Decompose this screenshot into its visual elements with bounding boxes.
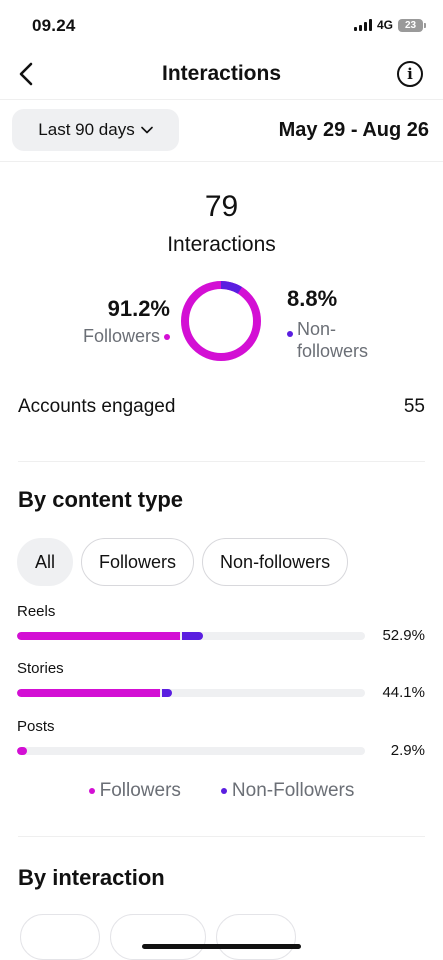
non-followers-dot-icon	[220, 788, 227, 794]
bar-followers-segment	[17, 632, 181, 640]
divider	[18, 461, 425, 462]
bar-followers-segment	[17, 747, 28, 755]
accounts-engaged-row: Accounts engaged 55	[18, 396, 425, 418]
filter-chip-followers[interactable]: Followers	[81, 538, 195, 586]
accounts-engaged-label: Accounts engaged	[18, 396, 176, 417]
non-followers-dot-icon	[287, 331, 293, 337]
interactions-donut-chart	[181, 281, 261, 361]
non-followers-legend: Non-followers	[287, 318, 407, 362]
followers-dot-icon	[164, 333, 170, 340]
status-time: 09.24	[32, 16, 76, 35]
interactions-total: 79	[204, 190, 239, 223]
battery-icon: 23	[398, 18, 426, 32]
followers-split: 91.2% Followers	[60, 296, 170, 347]
bar-track	[17, 747, 365, 755]
legend-followers-label: Followers	[99, 780, 181, 801]
legend-item-followers: Followers	[88, 780, 181, 802]
bar-track	[17, 689, 365, 697]
bar-track	[17, 632, 365, 640]
bar-non-followers-segment	[162, 689, 173, 697]
filter-chip-non-followers[interactable]: Non-followers	[202, 538, 349, 586]
page-title: Interactions	[161, 62, 282, 85]
content-type-legend: Followers Non-Followers	[0, 780, 443, 802]
non-followers-label: Non-followers	[297, 319, 369, 361]
content-type-label: Posts	[17, 718, 55, 735]
status-right: 4G 23	[353, 18, 426, 32]
by-interaction-title: By interaction	[18, 865, 165, 890]
content-type-value: 44.1%	[382, 684, 425, 701]
non-followers-split: 8.8% Non-followers	[287, 286, 407, 362]
date-range-text: May 29 - Aug 26	[278, 119, 429, 141]
home-indicator	[142, 944, 301, 949]
non-followers-percent: 8.8%	[287, 286, 338, 311]
divider	[18, 836, 425, 837]
date-range-label: Last 90 days	[38, 120, 135, 139]
filter-chip[interactable]	[20, 914, 100, 960]
followers-label: Followers	[82, 326, 160, 346]
content-type-row-posts: Posts 2.9%	[17, 718, 425, 759]
content-type-bar-row: 44.1%	[17, 684, 425, 701]
bar-non-followers-segment	[182, 632, 204, 640]
by-content-type-title: By content type	[18, 487, 184, 512]
legend-non-followers-label: Non-Followers	[231, 780, 355, 801]
bar-followers-segment	[17, 689, 161, 697]
date-range-dropdown[interactable]: Last 90 days	[12, 109, 179, 151]
battery-level: 23	[404, 19, 417, 31]
content-type-row-reels: Reels 52.9%	[17, 603, 425, 644]
content-type-bar-row: 2.9%	[17, 742, 425, 759]
nav-bar: Interactions i	[0, 50, 443, 100]
content-type-label: Reels	[17, 603, 56, 620]
chevron-down-icon	[140, 125, 153, 137]
legend-item-non-followers: Non-Followers	[220, 780, 355, 802]
interaction-filter-chips	[20, 914, 296, 960]
content-type-label: Stories	[17, 660, 64, 677]
info-button[interactable]: i	[397, 61, 423, 87]
filter-chip[interactable]	[216, 914, 296, 960]
followers-legend: Followers	[60, 326, 170, 347]
filter-chip-all[interactable]: All	[17, 538, 74, 586]
filter-chip[interactable]	[110, 914, 206, 960]
interactions-label: Interactions	[167, 233, 276, 256]
content-type-value: 52.9%	[382, 627, 425, 644]
network-type: 4G	[376, 18, 393, 32]
donut-followers-arc	[181, 281, 261, 361]
content-type-row-stories: Stories 44.1%	[17, 660, 425, 701]
followers-percent: 91.2%	[107, 296, 170, 321]
content-type-bar-row: 52.9%	[17, 627, 425, 644]
date-row: Last 90 days May 29 - Aug 26	[0, 100, 443, 162]
content-type-value: 2.9%	[390, 742, 425, 759]
followers-dot-icon	[88, 788, 95, 794]
signal-icon	[353, 19, 372, 31]
status-bar: 09.24 4G 23	[0, 0, 443, 50]
accounts-engaged-value: 55	[403, 396, 425, 417]
info-icon: i	[407, 65, 413, 83]
content-type-filter-chips: All Followers Non-followers	[17, 538, 349, 586]
